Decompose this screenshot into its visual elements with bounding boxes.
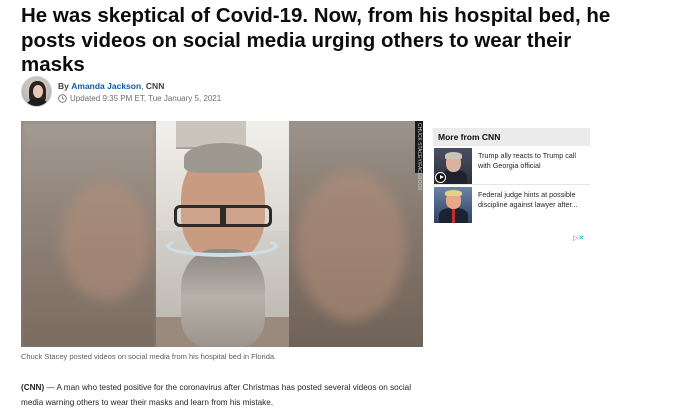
more-item-title[interactable]: Federal judge hints at possible discipli…: [478, 190, 588, 209]
video-frame: [156, 121, 289, 347]
media-caption: Chuck Stacey posted videos on social med…: [21, 352, 277, 361]
video-blur-face-right: [296, 171, 406, 321]
byline-org: CNN: [145, 81, 165, 91]
play-icon[interactable]: [435, 172, 446, 183]
more-from-cnn: More from CNN Trump ally reacts to Trump…: [433, 128, 590, 224]
updated-timestamp: Updated 9:35 PM ET, Tue January 5, 2021: [58, 94, 221, 103]
more-item-thumbnail[interactable]: [434, 148, 472, 184]
adchoices-label: ▷✕: [573, 235, 585, 242]
more-item[interactable]: Federal judge hints at possible discipli…: [433, 185, 590, 224]
article-headline: He was skeptical of Covid-19. Now, from …: [21, 4, 611, 76]
by-label: By: [58, 81, 69, 91]
source-dash: —: [44, 383, 57, 392]
media-credit-text: CHUCK STACEY/FACEBOOK: [416, 123, 422, 191]
more-item[interactable]: Trump ally reacts to Trump call with Geo…: [433, 146, 590, 185]
author-line: By Amanda Jackson, CNN: [58, 81, 164, 91]
media-credit: CHUCK STACEY/FACEBOOK: [415, 121, 423, 191]
video-blur-face-left: [61, 181, 151, 301]
byline-separator: ,: [141, 81, 144, 91]
adchoices-icon[interactable]: ▷✕: [573, 235, 589, 243]
updated-text: Updated 9:35 PM ET, Tue January 5, 2021: [70, 94, 222, 103]
author-avatar[interactable]: [21, 76, 52, 107]
paragraph-text: A man who tested positive for the corona…: [21, 383, 412, 407]
source-tag: (CNN): [21, 383, 45, 392]
article-paragraph: (CNN) — A man who tested positive for th…: [21, 380, 421, 410]
more-from-cnn-title: More from CNN: [433, 128, 590, 146]
video-player[interactable]: CHUCK STACEY/FACEBOOK: [21, 121, 423, 347]
more-item-thumbnail[interactable]: [434, 187, 472, 223]
clock-icon: [58, 94, 67, 103]
author-link[interactable]: Amanda Jackson: [71, 81, 141, 91]
more-item-title[interactable]: Trump ally reacts to Trump call with Geo…: [478, 151, 588, 170]
